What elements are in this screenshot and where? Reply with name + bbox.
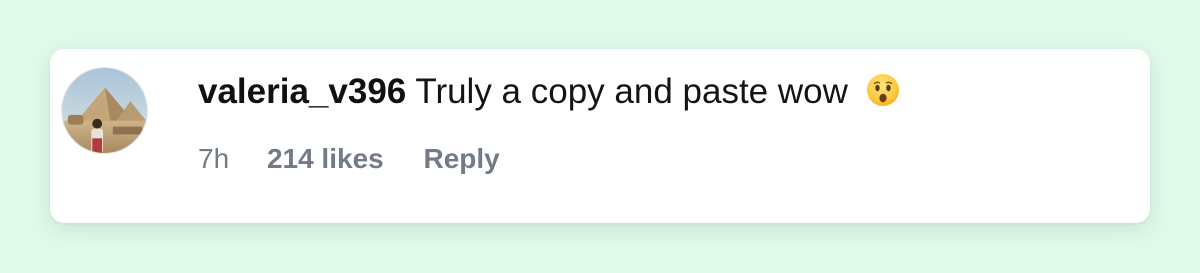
comment-text: Truly a copy and paste wow xyxy=(415,72,848,111)
surprised-face-emoji-icon xyxy=(866,73,900,107)
comment-line: valeria_v396 Truly a copy and paste wow xyxy=(198,71,900,113)
comment-card: valeria_v396 Truly a copy and paste wow xyxy=(50,49,1150,223)
likes-count-link[interactable]: 214 likes xyxy=(267,142,384,176)
comment-timestamp: 7h xyxy=(198,143,230,174)
avatar-photo-icon xyxy=(62,68,147,153)
comment-meta-row: 7h 214 likes Reply xyxy=(198,142,500,176)
username-link[interactable]: valeria_v396 xyxy=(198,72,406,111)
avatar[interactable] xyxy=(61,67,148,154)
reply-button[interactable]: Reply xyxy=(424,142,500,176)
